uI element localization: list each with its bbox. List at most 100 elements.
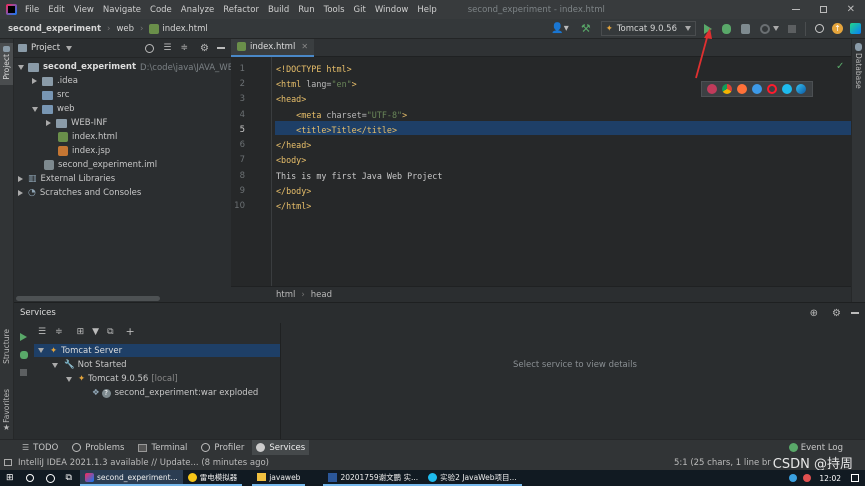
service-artifact[interactable]: ❖ ? second_experiment:war exploded (92, 387, 258, 399)
minimize-icon[interactable] (791, 9, 800, 10)
project-tool-tab[interactable]: Project (0, 43, 13, 85)
horizontal-scrollbar[interactable] (16, 296, 160, 301)
taskbar-app-emulator[interactable]: 雷电模拟器 (182, 470, 243, 486)
close-window-icon[interactable]: ✕ (847, 4, 855, 15)
project-view-label[interactable]: Project (31, 43, 60, 53)
update-icon[interactable]: ↑ (832, 23, 843, 34)
tab-profiler[interactable]: Profiler (201, 443, 244, 453)
tree-root[interactable]: second_experiment D:\code\java\JAVA_WEB\… (18, 61, 259, 73)
cursor-position[interactable]: 5:1 (25 chars, 1 line br (674, 458, 771, 468)
menu-refactor[interactable]: Refactor (223, 5, 259, 15)
database-tool-tab[interactable]: Database (852, 43, 865, 89)
event-log-button[interactable]: Event Log (788, 443, 843, 453)
tray-app-icon[interactable] (803, 474, 812, 482)
chrome-icon[interactable] (722, 84, 733, 94)
expand-chevron-icon[interactable] (32, 106, 38, 112)
service-tomcat-instance[interactable]: ✦ Tomcat 9.0.56 [local] (66, 373, 178, 385)
coverage-icon[interactable] (741, 23, 750, 34)
opera-icon[interactable] (766, 84, 777, 94)
tree-item-idea[interactable]: .idea (32, 75, 78, 87)
jetbrains-logo-icon[interactable] (850, 23, 861, 34)
breadcrumb-folder[interactable]: web (116, 24, 134, 34)
firefox-icon[interactable] (737, 84, 748, 94)
debug-icon[interactable] (722, 23, 731, 34)
menu-file[interactable]: File (25, 5, 39, 15)
run-config-selector[interactable]: ✦ Tomcat 9.0.56 (600, 21, 696, 36)
globe-settings-icon[interactable]: ⊕ (810, 308, 818, 319)
tree-item-index-jsp[interactable]: index.jsp (58, 145, 110, 157)
tab-terminal[interactable]: Terminal (138, 443, 187, 453)
taskbar-app-explorer[interactable]: javaweb (252, 470, 306, 486)
tree-item-src[interactable]: src (42, 89, 69, 101)
editor-tab-index-html[interactable]: index.html ✕ (231, 38, 315, 57)
tree-item-scratches[interactable]: ◔ Scratches and Consoles (18, 187, 141, 199)
task-view-icon[interactable]: ⧉ (66, 473, 72, 483)
add-service-icon[interactable]: + (126, 325, 135, 338)
collapsed-chevron-icon[interactable] (18, 190, 23, 196)
tree-item-external-libraries[interactable]: ▥ External Libraries (18, 173, 115, 185)
settings-gear-icon[interactable]: ⚙ (832, 308, 841, 319)
breadcrumb-file[interactable]: index.html (162, 24, 207, 34)
menu-edit[interactable]: Edit (48, 5, 64, 15)
service-tomcat-server[interactable]: ✦ Tomcat Server (34, 344, 280, 357)
taskbar-clock[interactable]: 12:02 (819, 474, 841, 483)
group-by-icon[interactable]: ⊞ (77, 327, 85, 337)
editor-crumb-html[interactable]: html (276, 290, 295, 300)
close-tab-icon[interactable]: ✕ (301, 42, 308, 51)
breadcrumb-project[interactable]: second_experiment (8, 24, 101, 34)
services-splitter[interactable] (280, 323, 281, 440)
tab-todo[interactable]: ☰ TODO (22, 443, 58, 453)
menu-git[interactable]: Git (354, 5, 366, 15)
services-expand-icon[interactable]: ☰ (38, 327, 46, 337)
locate-file-icon[interactable] (145, 43, 155, 53)
structure-tool-tab[interactable]: Structure (0, 329, 13, 364)
stop-service-icon[interactable] (20, 369, 27, 376)
more-run-chevron-icon[interactable] (773, 26, 779, 31)
search-icon[interactable] (25, 474, 34, 482)
collapse-all-icon[interactable]: ≑ (180, 43, 188, 53)
menu-help[interactable]: Help (417, 5, 436, 15)
tab-problems[interactable]: Problems (72, 443, 124, 453)
collapsed-chevron-icon[interactable] (18, 176, 23, 182)
stop-icon[interactable] (788, 24, 796, 33)
safari-icon[interactable] (751, 84, 762, 94)
maximize-icon[interactable] (819, 6, 827, 13)
taskbar-app-edge[interactable]: 实验2 JavaWeb项目... (423, 470, 522, 486)
tree-item-web-inf[interactable]: WEB-INF (46, 117, 107, 129)
editor-crumb-head[interactable]: head (311, 290, 332, 300)
settings-gear-icon[interactable]: ⚙ (200, 43, 209, 54)
menu-window[interactable]: Window (375, 5, 409, 15)
expand-chevron-icon[interactable] (66, 376, 72, 382)
inspection-ok-icon[interactable]: ✓ (836, 61, 844, 72)
menu-code[interactable]: Code (150, 5, 172, 15)
code-lines[interactable]: <!DOCTYPE html> <html lang="en"> <head> … (276, 57, 846, 211)
menu-view[interactable]: View (74, 5, 94, 15)
expand-all-icon[interactable]: ☰ (163, 43, 171, 53)
debug-service-icon[interactable] (20, 351, 28, 359)
edge-icon[interactable] (796, 84, 807, 94)
tab-services[interactable]: Services (252, 440, 310, 455)
service-not-started[interactable]: 🔧 Not Started (52, 359, 127, 371)
tree-item-iml[interactable]: second_experiment.iml (44, 159, 157, 171)
user-icon[interactable]: 👤▾ (551, 23, 568, 34)
build-hammer-icon[interactable]: ⚒ (581, 22, 591, 35)
project-view-chevron-icon[interactable] (66, 45, 73, 51)
new-tab-icon[interactable]: ⧉ (107, 327, 113, 337)
ie-icon[interactable] (781, 84, 792, 94)
hide-panel-icon[interactable] (217, 47, 225, 49)
tray-app-icon[interactable] (789, 474, 798, 482)
taskbar-app-word[interactable]: 20201759谢文鹏 实... (323, 470, 424, 486)
profile-icon[interactable] (760, 23, 770, 34)
run-service-icon[interactable] (20, 333, 27, 341)
notification-icon[interactable] (851, 474, 859, 482)
tree-item-web[interactable]: web (32, 103, 75, 115)
cortana-icon[interactable] (45, 473, 55, 483)
expand-chevron-icon[interactable] (52, 362, 58, 368)
windows-start-icon[interactable]: ⊞ (6, 473, 14, 483)
collapsed-chevron-icon[interactable] (32, 78, 37, 84)
status-message[interactable]: IntelliJ IDEA 2021.1.3 available // Upda… (18, 458, 269, 468)
services-collapse-icon[interactable]: ≑ (55, 327, 63, 337)
intellij-browser-icon[interactable] (707, 84, 718, 94)
filter-icon[interactable]: ▼ (92, 327, 99, 337)
search-everywhere-icon[interactable] (815, 24, 824, 33)
